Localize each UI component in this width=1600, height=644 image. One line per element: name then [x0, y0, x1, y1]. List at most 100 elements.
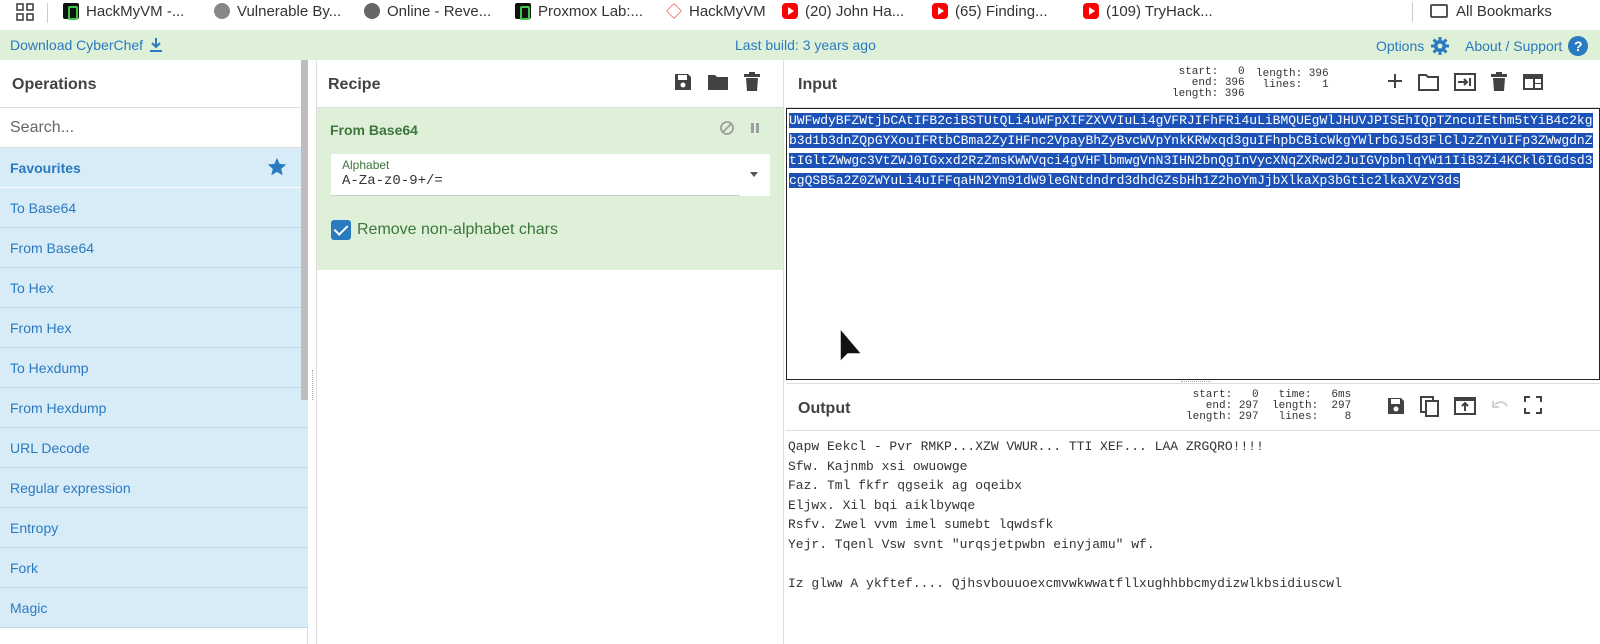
maximise-output-button[interactable] [1524, 396, 1542, 423]
checkbox-checked-icon [331, 220, 351, 240]
folder-open-icon [1418, 74, 1439, 91]
download-icon [150, 38, 163, 52]
input-header: Input start: 0 end: 396 length: 396 leng… [786, 60, 1600, 108]
operations-scrollbar[interactable] [301, 60, 308, 400]
bookmark-item[interactable]: Online - Reve... [364, 0, 491, 22]
bookmark-label: (65) Finding... [955, 2, 1048, 20]
chevron-down-icon [750, 172, 758, 177]
operation-item[interactable]: To Hexdump [0, 348, 308, 388]
operation-item[interactable]: To Hex [0, 268, 308, 308]
input-selected-text: UWFwdyBFZWtjbCAtIFB2ciBSTUtQLi4uWFpXIFZX… [789, 113, 1593, 188]
layout-icon [1523, 74, 1543, 90]
input-title: Input [798, 76, 838, 93]
bookmarks-bar: HackMyVM -... Vulnerable By... Online - … [0, 0, 1600, 30]
folder-icon [1430, 4, 1448, 18]
io-panel: Input start: 0 end: 396 length: 396 leng… [786, 60, 1600, 644]
recipe-header: Recipe [317, 60, 783, 108]
output-line: Faz. Tml fkfr qgseik ag oqeibx [788, 478, 1023, 493]
input-textarea[interactable]: UWFwdyBFZWtjbCAtIFB2ciBSTUtQLi4uWFpXIFZX… [786, 108, 1600, 380]
fullscreen-icon [1524, 396, 1542, 414]
open-file-button[interactable] [1454, 72, 1476, 97]
bookmark-label: (20) John Ha... [805, 2, 905, 20]
save-output-button[interactable] [1386, 396, 1406, 423]
operation-item[interactable]: Regular expression [0, 468, 308, 508]
output-line: Sfw. Kajnmb xsi owuowge [788, 458, 968, 474]
open-folder-button[interactable] [1418, 72, 1440, 97]
bookmark-item[interactable]: (109) TryHack... [1083, 0, 1213, 22]
remove-non-alphabet-checkbox[interactable]: Remove non-alphabet chars [331, 220, 558, 240]
about-support-button[interactable]: About / Support ? [1465, 36, 1589, 56]
input-selection-stats: start: 0 end: 396 length: 396 [1172, 66, 1245, 100]
reset-layout-button[interactable] [1522, 72, 1544, 97]
youtube-icon [1083, 3, 1099, 19]
copy-icon [1420, 396, 1439, 417]
operation-item[interactable]: From Hex [0, 308, 308, 348]
operation-item[interactable]: Entropy [0, 508, 308, 548]
output-time-stats: time: 6ms length: 297 lines: 8 [1272, 389, 1352, 423]
bookmark-label: HackMyVM -... [86, 2, 185, 20]
bookmark-item[interactable]: HackMyVM [666, 0, 766, 22]
all-bookmarks-label: All Bookmarks [1456, 2, 1552, 20]
alphabet-label: Alphabet [342, 158, 390, 172]
file-input-icon [1454, 73, 1476, 91]
load-recipe-button[interactable] [707, 72, 729, 97]
bookmark-label: Proxmox Lab:... [538, 2, 644, 20]
bookmark-item[interactable]: Vulnerable By... [214, 0, 341, 22]
bookmark-label: (109) TryHack... [1106, 2, 1213, 20]
recipe-panel: Recipe From Base64 Alphabet A-Za-z0-9+/=… [316, 60, 784, 644]
remove-non-alphabet-label: Remove non-alphabet chars [357, 221, 559, 238]
upload-icon [1454, 397, 1476, 415]
hackmyvm-diamond-icon [666, 3, 682, 19]
replace-input-button[interactable] [1454, 396, 1476, 423]
apps-grid-icon[interactable] [16, 3, 34, 21]
add-input-tab-button[interactable] [1386, 72, 1404, 97]
operation-item[interactable]: Fork [0, 548, 308, 588]
undo-button[interactable] [1490, 396, 1510, 423]
hackmyvm-icon [63, 3, 79, 20]
copy-output-button[interactable] [1420, 396, 1440, 423]
operation-title: From Base64 [330, 122, 418, 138]
operation-item[interactable]: Magic [0, 588, 308, 628]
bookmark-item[interactable]: Proxmox Lab:... [515, 0, 643, 22]
column-resize-handle[interactable] [312, 370, 314, 400]
output-line: Qapw Eekcl - Pvr RMKP...XZW VWUR... TTI … [788, 439, 1264, 454]
save-icon [675, 74, 691, 90]
youtube-icon [782, 3, 798, 19]
clear-recipe-button[interactable] [743, 72, 761, 97]
trash-icon [1491, 72, 1507, 91]
bookmark-label: HackMyVM [689, 2, 766, 20]
breakpoint-button[interactable] [749, 120, 761, 141]
top-banner: Download CyberChef Last build: 3 years a… [0, 30, 1600, 60]
options-button[interactable]: Options [1376, 36, 1450, 56]
operation-item[interactable]: URL Decode [0, 428, 308, 468]
favourites-category[interactable]: Favourites [0, 148, 308, 188]
operation-item[interactable]: From Hexdump [0, 388, 308, 428]
bookmark-item[interactable]: (20) John Ha... [782, 0, 904, 22]
all-bookmarks-button[interactable]: All Bookmarks [1430, 0, 1552, 22]
operation-item[interactable]: To Base64 [0, 188, 308, 228]
download-cyberchef-link[interactable]: Download CyberChef [10, 37, 163, 53]
bookmarks-divider [47, 3, 48, 23]
bookmark-item[interactable]: HackMyVM -... [63, 0, 184, 22]
youtube-icon [932, 3, 948, 19]
gear-icon [1431, 37, 1450, 55]
output-header: Output start: 0 end: 297 length: 297 tim… [786, 383, 1600, 431]
input-toolbar [1372, 72, 1544, 97]
clear-input-button[interactable] [1490, 72, 1508, 97]
input-length-stats: length: 396 lines: 1 [1256, 68, 1329, 91]
mouse-cursor-icon [839, 326, 864, 364]
recipe-operation-card[interactable]: From Base64 Alphabet A-Za-z0-9+/= Remove… [317, 108, 783, 270]
operation-item[interactable]: From Base64 [0, 228, 308, 268]
undo-icon [1492, 401, 1508, 408]
pause-icon [751, 123, 759, 133]
output-textarea[interactable]: Qapw Eekcl - Pvr RMKP...XZW VWUR... TTI … [786, 431, 1600, 644]
favourites-label: Favourites [10, 160, 81, 176]
bookmark-item[interactable]: (65) Finding... [932, 0, 1048, 22]
help-icon: ? [1568, 36, 1589, 56]
search-input[interactable] [10, 119, 290, 137]
save-recipe-button[interactable] [673, 72, 693, 97]
alphabet-select[interactable]: Alphabet A-Za-z0-9+/= [331, 154, 770, 196]
disable-operation-button[interactable] [719, 120, 735, 141]
output-toolbar [1372, 396, 1542, 423]
